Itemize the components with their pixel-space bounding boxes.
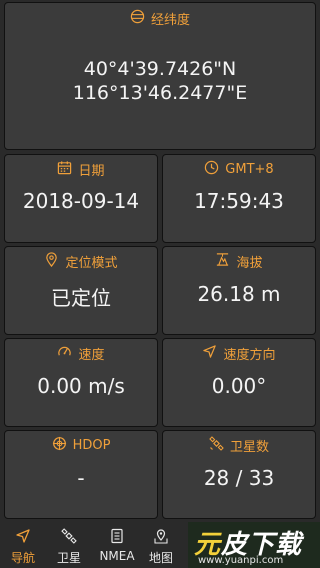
altitude-header: 海拔 bbox=[163, 252, 315, 271]
speed-label: 速度 bbox=[78, 348, 105, 363]
location-pin-icon bbox=[44, 252, 65, 271]
hdop-label: HDOP bbox=[72, 438, 111, 453]
heading-header: 速度方向 bbox=[163, 344, 315, 363]
date-value: 2018-09-14 bbox=[22, 189, 140, 213]
date-label: 日期 bbox=[78, 164, 105, 179]
nav-navigation-label: 导航 bbox=[10, 551, 35, 565]
satellites-header: 卫星数 bbox=[163, 436, 315, 455]
watermark-url: www.yuanpi.com bbox=[198, 555, 284, 566]
altitude-card: 海拔 26.18 m bbox=[162, 246, 316, 335]
calendar-icon bbox=[57, 160, 78, 179]
watermark-logo: 元皮下载 www.yuanpi.com bbox=[188, 522, 320, 568]
speed-value: 0.00 m/s bbox=[37, 374, 125, 398]
satellites-label: 卫星数 bbox=[229, 440, 269, 455]
speed-card: 速度 0.00 m/s bbox=[4, 338, 158, 427]
timezone-label: GMT+8 bbox=[225, 162, 274, 177]
satellites-value: 28 / 33 bbox=[203, 466, 275, 490]
latlon-header: 经纬度 bbox=[5, 9, 315, 28]
time-value: 17:59:43 bbox=[194, 189, 284, 213]
nav-map-label: 地图 bbox=[148, 551, 173, 565]
speedometer-icon bbox=[57, 344, 78, 363]
latitude-value: 40°4'39.7426"N bbox=[83, 58, 237, 80]
heading-card: 速度方向 0.00° bbox=[162, 338, 316, 427]
altitude-value: 26.18 m bbox=[197, 282, 281, 306]
crosshair-icon bbox=[52, 436, 73, 455]
nav-satellite-tab[interactable]: 卫星 bbox=[48, 522, 90, 568]
direction-arrow-icon bbox=[202, 344, 223, 363]
latlon-card: 经纬度 40°4'39.7426"N 116°13'46.2477"E bbox=[4, 2, 316, 150]
nav-map-tab[interactable]: 地图 bbox=[140, 522, 182, 568]
date-header: 日期 bbox=[5, 160, 157, 179]
speed-header: 速度 bbox=[5, 344, 157, 363]
longitude-value: 116°13'46.2477"E bbox=[72, 82, 248, 104]
fix-mode-value: 已定位 bbox=[51, 286, 111, 310]
fix-mode-label: 定位模式 bbox=[65, 256, 118, 271]
hdop-card: HDOP - bbox=[4, 430, 158, 519]
altitude-label: 海拔 bbox=[236, 256, 263, 271]
satellite-icon bbox=[209, 436, 230, 455]
date-card: 日期 2018-09-14 bbox=[4, 154, 158, 243]
clock-icon bbox=[204, 160, 225, 179]
fix-mode-header: 定位模式 bbox=[5, 252, 157, 271]
altitude-icon bbox=[215, 252, 236, 271]
latlon-label: 经纬度 bbox=[150, 13, 190, 28]
map-pin-icon bbox=[153, 522, 169, 549]
time-card: GMT+8 17:59:43 bbox=[162, 154, 316, 243]
globe-icon bbox=[130, 9, 151, 28]
satellite-icon bbox=[61, 522, 77, 549]
nav-satellite-label: 卫星 bbox=[56, 551, 81, 565]
document-icon bbox=[109, 522, 125, 549]
time-header: GMT+8 bbox=[163, 160, 315, 179]
nav-navigation-tab[interactable]: 导航 bbox=[2, 522, 44, 568]
satellites-card: 卫星数 28 / 33 bbox=[162, 430, 316, 519]
nav-nmea-label: NMEA bbox=[99, 549, 135, 563]
heading-value: 0.00° bbox=[211, 374, 267, 398]
hdop-header: HDOP bbox=[5, 436, 157, 455]
nav-nmea-tab[interactable]: NMEA bbox=[94, 522, 140, 568]
heading-label: 速度方向 bbox=[223, 348, 276, 363]
fix-mode-card: 定位模式 已定位 bbox=[4, 246, 158, 335]
navigation-arrow-icon bbox=[15, 522, 31, 549]
hdop-value: - bbox=[77, 466, 85, 490]
